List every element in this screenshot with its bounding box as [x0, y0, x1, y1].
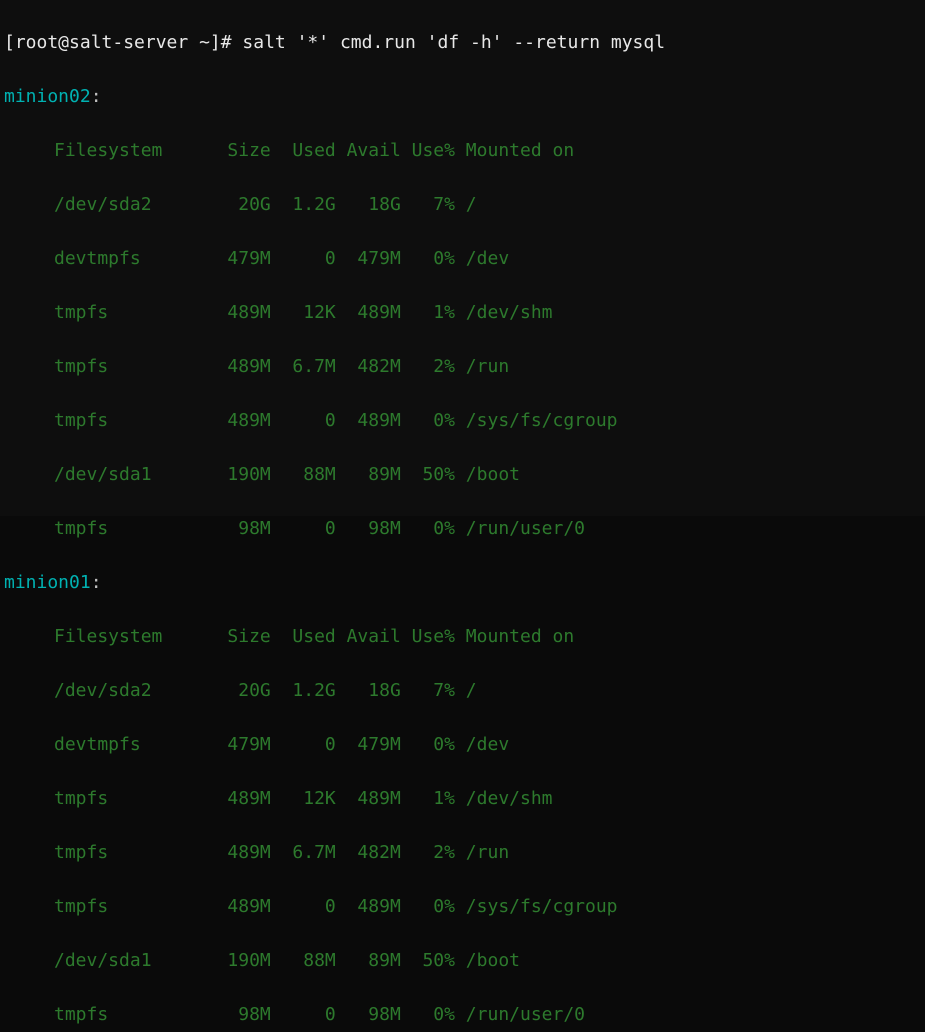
table-row: /dev/sda2 20G 1.2G 18G 7% / — [4, 191, 921, 218]
table-row: tmpfs 489M 6.7M 482M 2% /run — [4, 353, 921, 380]
minion-block-1: minion01: — [4, 569, 921, 596]
table-row: devtmpfs 479M 0 479M 0% /dev — [4, 245, 921, 272]
terminal-output: [root@salt-server ~]# salt '*' cmd.run '… — [4, 2, 921, 1032]
table-row: devtmpfs 479M 0 479M 0% /dev — [4, 731, 921, 758]
minion-block-0: minion02: — [4, 83, 921, 110]
table-row: /dev/sda1 190M 88M 89M 50% /boot — [4, 461, 921, 488]
table-row: /dev/sda1 190M 88M 89M 50% /boot — [4, 947, 921, 974]
table-row: tmpfs 489M 6.7M 482M 2% /run — [4, 839, 921, 866]
table-row: tmpfs 489M 0 489M 0% /sys/fs/cgroup — [4, 893, 921, 920]
minion-name: minion02 — [4, 86, 91, 107]
table-row: tmpfs 489M 0 489M 0% /sys/fs/cgroup — [4, 407, 921, 434]
table-row: tmpfs 98M 0 98M 0% /run/user/0 — [4, 1001, 921, 1028]
table-row: tmpfs 489M 12K 489M 1% /dev/shm — [4, 299, 921, 326]
command-prompt[interactable]: [root@salt-server ~]# salt '*' cmd.run '… — [4, 29, 921, 56]
df-header: Filesystem Size Used Avail Use% Mounted … — [4, 137, 921, 164]
colon: : — [91, 572, 102, 593]
colon: : — [91, 86, 102, 107]
minion-name: minion01 — [4, 572, 91, 593]
table-row: tmpfs 98M 0 98M 0% /run/user/0 — [4, 515, 921, 542]
table-row: tmpfs 489M 12K 489M 1% /dev/shm — [4, 785, 921, 812]
table-row: /dev/sda2 20G 1.2G 18G 7% / — [4, 677, 921, 704]
df-header: Filesystem Size Used Avail Use% Mounted … — [4, 623, 921, 650]
